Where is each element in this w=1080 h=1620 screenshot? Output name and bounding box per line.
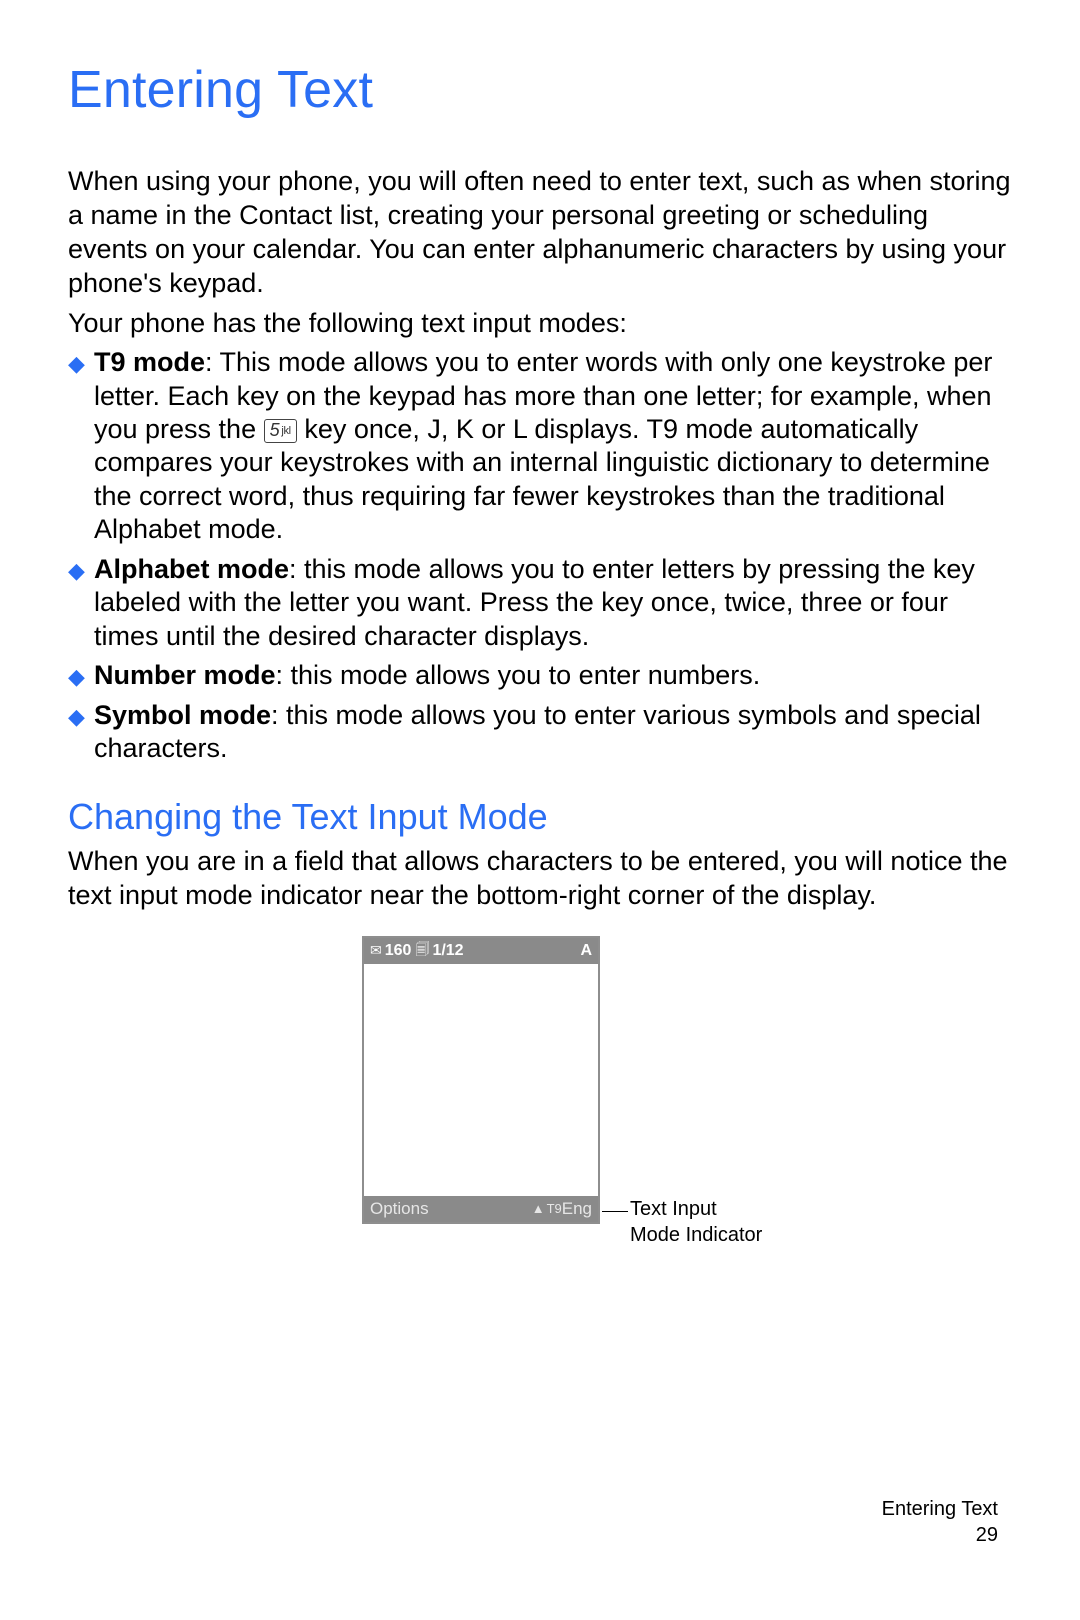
diamond-icon: ◆ (68, 350, 85, 377)
phone-softkey-bar: Options ▲ T9Eng (364, 1196, 598, 1222)
sms-icon: ✉ (370, 942, 382, 959)
page-title: Entering Text (68, 60, 1012, 120)
diamond-icon: ◆ (68, 557, 85, 584)
footer-section: Entering Text (882, 1496, 998, 1522)
symbol-label: Symbol mode (94, 700, 271, 730)
t9-badge: T9 (547, 1201, 562, 1216)
alphabet-label: Alphabet mode (94, 554, 289, 584)
softkey-options: Options (370, 1199, 429, 1219)
status-mode-letter: A (580, 942, 592, 960)
bullet-symbol: ◆ Symbol mode: this mode allows you to e… (68, 699, 1012, 766)
bullet-t9: ◆ T9 mode: This mode allows you to enter… (68, 346, 1012, 547)
footer-page-number: 29 (882, 1522, 998, 1548)
page-icon: 🗐 (415, 939, 429, 963)
bullet-alphabet: ◆ Alphabet mode: this mode allows you to… (68, 553, 1012, 653)
status-count: 160 (385, 942, 412, 960)
diamond-icon: ◆ (68, 663, 85, 690)
key-5-icon: 5jkl (264, 419, 297, 443)
number-text: : this mode allows you to enter numbers. (276, 660, 761, 690)
page-footer: Entering Text 29 (882, 1496, 998, 1548)
number-label: Number mode (94, 660, 276, 690)
bullet-number: ◆ Number mode: this mode allows you to e… (68, 659, 1012, 692)
diamond-icon: ◆ (68, 703, 85, 730)
intro-paragraph-1: When using your phone, you will often ne… (68, 164, 1012, 300)
phone-frame: ✉ 160 🗐 1/12 A Options ▲ T9Eng (362, 936, 600, 1224)
phone-status-bar: ✉ 160 🗐 1/12 A (364, 938, 598, 964)
sub-paragraph: When you are in a field that allows char… (68, 844, 1012, 912)
callout-label: Text Input Mode Indicator (630, 1196, 762, 1248)
lang-indicator: Eng (562, 1199, 592, 1219)
t9-label: T9 mode (94, 347, 205, 377)
phone-text-area (364, 964, 598, 1196)
subheading: Changing the Text Input Mode (68, 796, 1012, 838)
status-page: 1/12 (432, 942, 463, 960)
callout-line (602, 1211, 628, 1212)
intro-paragraph-2: Your phone has the following text input … (68, 306, 1012, 340)
up-arrow-icon: ▲ (532, 1201, 545, 1216)
phone-illustration: ✉ 160 🗐 1/12 A Options ▲ T9Eng Text Inpu… (68, 936, 1012, 1266)
